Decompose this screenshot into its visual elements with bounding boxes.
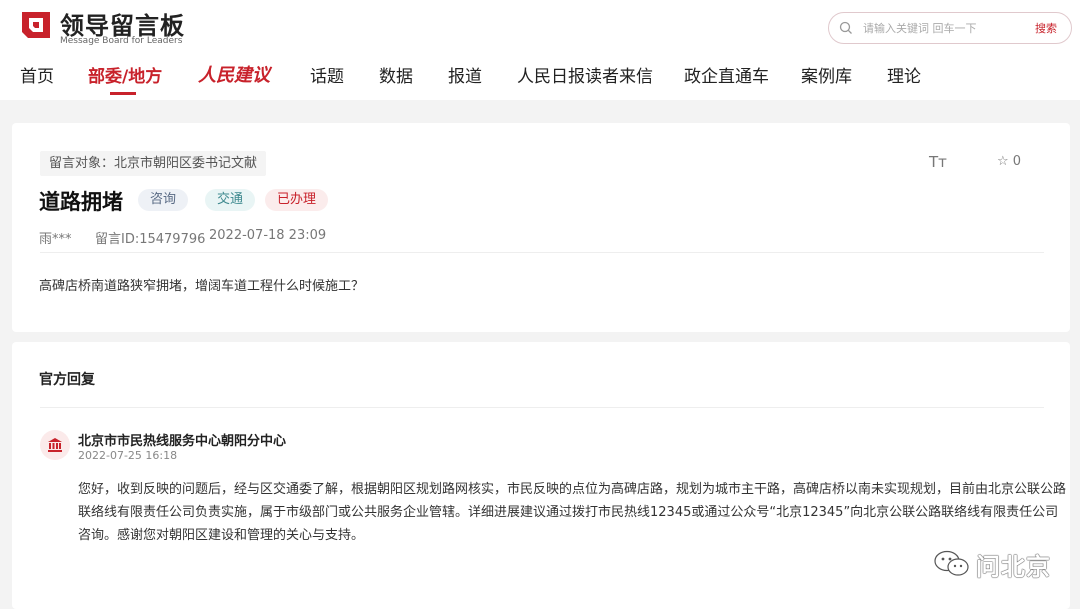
- message-content: 高碑店桥南道路狭窄拥堵，增阔车道工程什么时候施工？: [39, 279, 365, 294]
- tag-consult: 咨询: [138, 189, 189, 211]
- message-target: 留言对象：北京市朝阳区委书记文献: [40, 151, 267, 176]
- nav-item-reports[interactable]: 报道: [448, 62, 482, 87]
- watermark-text: 问北京: [976, 553, 1051, 581]
- header: 领导留言板 Message Board for Leaders 搜索 首页 部委…: [0, 0, 1080, 100]
- search-button[interactable]: 搜索: [1035, 20, 1057, 36]
- reply-content: 您好，收到反映的问题后，经与区交通委了解，根据朝阳区规划路网核实，市民反映的点位…: [78, 478, 1067, 547]
- avatar: [40, 430, 70, 460]
- search-icon: [839, 21, 852, 34]
- nav-item-data[interactable]: 数据: [379, 62, 413, 87]
- tag-traffic: 交通: [205, 189, 256, 211]
- message-time: 2022-07-18 23:09: [209, 228, 327, 243]
- wechat-icon: [934, 550, 969, 576]
- reply-line: 咨询。感谢您对朝阳区建设和管理的关心与支持。: [78, 528, 365, 543]
- message-title: 道路拥堵: [39, 190, 123, 214]
- message-author: 雨***: [39, 232, 72, 247]
- star-icon: ☆: [997, 154, 1009, 169]
- nav-item-people-suggestions[interactable]: 人民建议: [198, 61, 270, 87]
- reply-line: 您好，收到反映的问题后，经与区交通委了解，根据朝阳区规划路网核实，市民反映的点位…: [78, 482, 1067, 497]
- nav-item-case-library[interactable]: 案例库: [801, 62, 852, 87]
- status-badge: 已办理: [265, 189, 329, 211]
- reply-line: 联络线有限责任公司负责实施，属于市级部门或公共服务企业管辖。详细进展建议通过拨打…: [78, 505, 1059, 520]
- nav-item-home[interactable]: 首页: [20, 62, 54, 87]
- search-box: 搜索: [828, 12, 1072, 44]
- reply-section-title: 官方回复: [39, 372, 95, 388]
- government-building-icon: [48, 438, 62, 452]
- message-card: 留言对象：北京市朝阳区委书记文献 Tт ☆ 0 道路拥堵 咨询 交通 已办理 雨…: [12, 123, 1070, 332]
- nav-item-readers-letters[interactable]: 人民日报读者来信: [517, 62, 653, 87]
- nav-item-theory[interactable]: 理论: [887, 62, 921, 87]
- logo-icon: [22, 12, 50, 38]
- site-logo[interactable]: 领导留言板 Message Board for Leaders: [20, 6, 220, 46]
- font-size-icon[interactable]: Tт: [929, 153, 947, 171]
- nav-item-topics[interactable]: 话题: [310, 62, 344, 87]
- nav-active-indicator: [110, 92, 136, 95]
- logo-subtitle: Message Board for Leaders: [60, 36, 183, 46]
- divider: [40, 407, 1044, 408]
- reply-org-name: 北京市市民热线服务中心朝阳分中心: [78, 434, 287, 449]
- nav-item-enterprise-express[interactable]: 政企直通车: [684, 62, 769, 87]
- divider: [40, 252, 1044, 253]
- message-id: 留言ID:15479796: [95, 232, 206, 247]
- favorite-button[interactable]: ☆ 0: [997, 154, 1021, 169]
- nav-item-ministries-local[interactable]: 部委/地方: [88, 62, 162, 87]
- favorite-count: 0: [1012, 154, 1022, 169]
- search-input[interactable]: [863, 19, 1013, 37]
- reply-time: 2022-07-25 16:18: [78, 449, 178, 462]
- main-nav: 首页 部委/地方 人民建议 话题 数据 报道 人民日报读者来信 政企直通车 案例…: [0, 62, 1080, 96]
- watermark: 问北京: [932, 547, 1062, 583]
- reply-card: 官方回复 北京市市民热线服务中心朝阳分中心 2022-07-25 16:18 您…: [12, 342, 1070, 609]
